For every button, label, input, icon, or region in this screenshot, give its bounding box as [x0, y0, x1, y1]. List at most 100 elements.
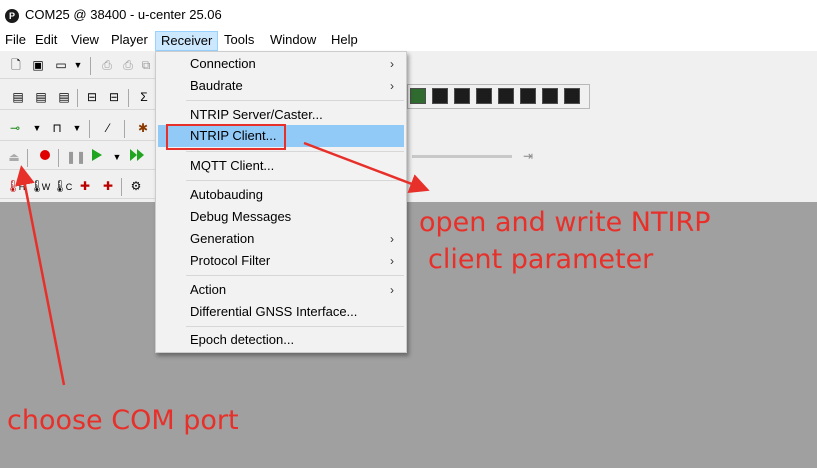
menu-item-label: Action	[190, 282, 227, 297]
toolbar-separator	[124, 120, 125, 138]
menu-item-ntrip-server[interactable]: NTRIP Server/Caster...	[158, 104, 404, 126]
open-dropdown-icon[interactable]: ▼	[70, 57, 86, 73]
menu-item-autobauding[interactable]: Autobauding	[158, 184, 404, 206]
submenu-arrow-icon: ›	[390, 79, 394, 93]
wand-icon[interactable]: ⁄	[100, 120, 116, 136]
menu-item-action[interactable]: Action ›	[158, 279, 404, 301]
toolbar-row-connection: ⊸ ▼ ⊓ ▼ ⁄ ✱	[0, 115, 155, 141]
print-preview-icon[interactable]: ⎙	[120, 57, 136, 73]
submenu-arrow-icon: ›	[390, 57, 394, 71]
satellite-icon[interactable]	[498, 88, 514, 104]
menu-item-label: Generation	[190, 231, 255, 246]
console-icon[interactable]: Σ	[136, 89, 152, 105]
toolbar-separator	[128, 89, 129, 107]
receiver-dropdown-menu: Connection › Baudrate › NTRIP Server/Cas…	[155, 51, 407, 353]
connect-icon[interactable]: ⊸	[7, 120, 23, 136]
docking-icon[interactable]: ▤	[10, 89, 26, 105]
menu-tools[interactable]: Tools	[219, 30, 259, 50]
toolbar-separator	[90, 57, 91, 75]
player-progress-slider[interactable]	[412, 155, 512, 158]
connect-dropdown-icon[interactable]: ▼	[29, 120, 45, 136]
menu-receiver[interactable]: Receiver	[155, 31, 219, 51]
menu-help[interactable]: Help	[326, 30, 363, 50]
submenu-arrow-icon: ›	[390, 232, 394, 246]
baud-icon[interactable]: ⊓	[49, 120, 65, 136]
window-title: COM25 @ 38400 - u-center 25.06	[25, 7, 222, 22]
menu-item-label: Connection	[190, 56, 256, 71]
menu-separator	[186, 151, 404, 152]
menu-item-epoch-detection[interactable]: Epoch detection...	[158, 329, 404, 351]
toolbar-separator	[27, 149, 28, 167]
gear-icon[interactable]: ⚙	[128, 178, 144, 194]
record-icon[interactable]	[37, 149, 53, 165]
toolbar-separator	[89, 120, 90, 138]
window-layout-icon[interactable]: ⊟	[106, 89, 122, 105]
fast-forward-icon[interactable]	[129, 149, 145, 165]
open-folder-icon[interactable]: ▭	[53, 57, 69, 73]
toolbar-area: 🗋 ▣ ▭ ▼ ⎙ ⎙ ⧉ ▤ ▤ ▤ ⊟ ⊟ Σ ⊸ ▼ ⊓ ▼ ⁄ ✱ ⏏ …	[0, 51, 817, 202]
gear-icon[interactable]	[454, 88, 470, 104]
menu-item-label: Debug Messages	[190, 209, 292, 224]
menu-separator	[186, 180, 404, 181]
play-icon[interactable]	[89, 149, 105, 165]
menu-view[interactable]: View	[66, 30, 104, 50]
toolbar-separator	[121, 178, 122, 196]
menu-separator	[186, 275, 404, 276]
docking-icon[interactable]: ▤	[33, 89, 49, 105]
menu-item-label: NTRIP Server/Caster...	[190, 107, 323, 122]
skip-end-icon[interactable]: ⇥	[520, 148, 536, 164]
bar-chart-icon[interactable]	[432, 88, 448, 104]
play-dropdown-icon[interactable]: ▼	[109, 149, 125, 165]
menu-separator	[186, 100, 404, 101]
message-icon[interactable]: ✚	[77, 178, 93, 194]
table-icon[interactable]	[476, 88, 492, 104]
menu-item-mqtt-client[interactable]: MQTT Client...	[158, 155, 404, 177]
menu-item-label: Differential GNSS Interface...	[190, 304, 358, 319]
thermometer-h-label: H	[18, 182, 26, 192]
menu-player[interactable]: Player	[106, 30, 153, 50]
menu-bar: File Edit View Player Receiver Tools Win…	[0, 30, 817, 51]
menu-item-label: Protocol Filter	[190, 253, 271, 268]
baud-dropdown-icon[interactable]: ▼	[69, 120, 85, 136]
toolbar-commands	[407, 84, 590, 109]
menu-file[interactable]: File	[0, 30, 31, 50]
toolbar-row-file: 🗋 ▣ ▭ ▼ ⎙ ⎙ ⧉	[0, 53, 155, 79]
annotation-text-ntrip-line2: client parameter	[428, 244, 654, 275]
bug-icon[interactable]: ✱	[135, 120, 151, 136]
toolbar-row-messages: 🌡 H 🌡 W 🌡 C ✚ ✚ ⚙	[0, 173, 155, 199]
menu-item-baudrate[interactable]: Baudrate ›	[158, 75, 404, 97]
toolbar-row-views: ▤ ▤ ▤ ⊟ ⊟ Σ	[0, 84, 155, 110]
menu-item-generation[interactable]: Generation ›	[158, 228, 404, 250]
menu-item-connection[interactable]: Connection ›	[158, 53, 404, 75]
annotation-text-ntrip-line1: open and write NTIRP	[419, 207, 711, 238]
docking-icon[interactable]: ▤	[56, 89, 72, 105]
menu-item-label: Baudrate	[190, 78, 243, 93]
clock-icon[interactable]	[542, 88, 558, 104]
toolbar-row-player: ⏏ ❚❚ ▼	[0, 144, 155, 170]
annotation-arrow-com-port	[15, 165, 66, 386]
window-layout-icon[interactable]: ⊟	[84, 89, 100, 105]
menu-item-protocol-filter[interactable]: Protocol Filter ›	[158, 250, 404, 272]
new-file-icon[interactable]: 🗋	[8, 57, 24, 73]
menu-item-differential-gnss[interactable]: Differential GNSS Interface...	[158, 301, 404, 323]
copy-icon[interactable]: ⧉	[138, 57, 154, 73]
app-logo-icon: P	[5, 9, 19, 23]
satellite-icon[interactable]	[564, 88, 580, 104]
menu-window[interactable]: Window	[265, 30, 321, 50]
menu-item-label: Autobauding	[190, 187, 264, 202]
annotation-highlight-box	[166, 124, 286, 150]
pause-icon[interactable]: ❚❚	[66, 149, 86, 165]
menu-item-label: MQTT Client...	[190, 158, 275, 173]
toolbar-separator	[77, 89, 78, 107]
save-icon[interactable]: ▣	[30, 57, 46, 73]
toolbar-separator	[58, 149, 59, 167]
message-icon[interactable]: ✚	[100, 178, 116, 194]
menu-item-debug-messages[interactable]: Debug Messages	[158, 206, 404, 228]
chart-icon[interactable]	[410, 88, 426, 104]
eject-icon[interactable]: ⏏	[6, 149, 22, 165]
print-icon[interactable]: ⎙	[99, 57, 115, 73]
satellite-icon[interactable]	[520, 88, 536, 104]
submenu-arrow-icon: ›	[390, 283, 394, 297]
menu-separator	[186, 326, 404, 327]
menu-edit[interactable]: Edit	[30, 30, 62, 50]
